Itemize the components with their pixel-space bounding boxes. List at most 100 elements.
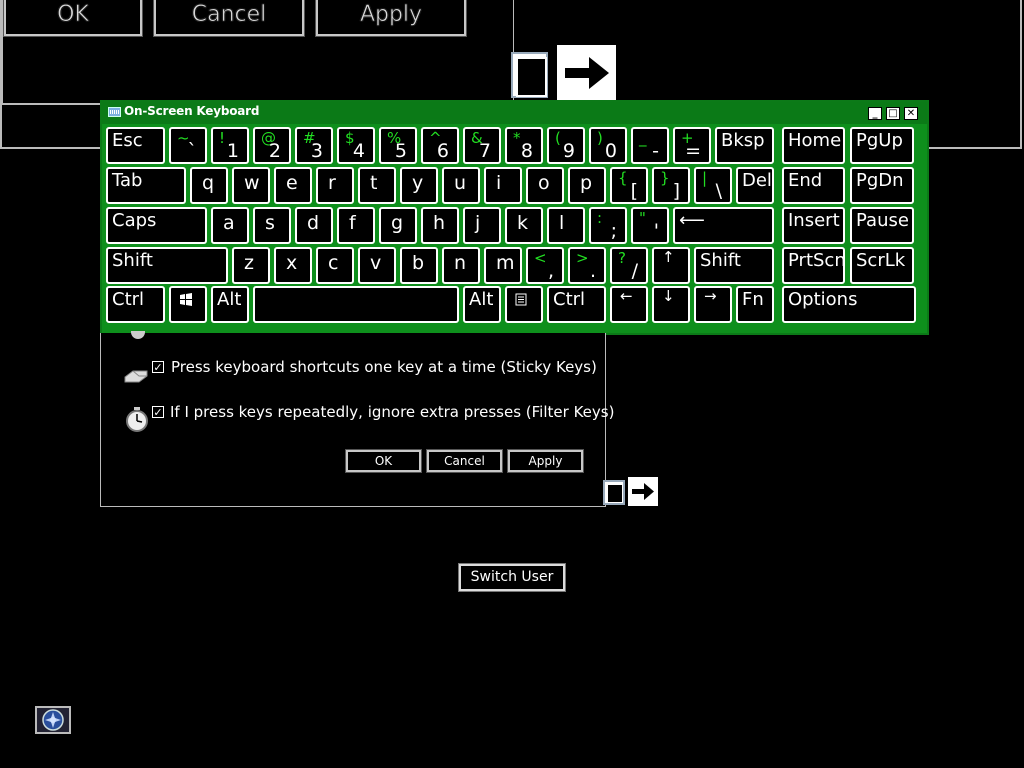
sticky-keys-checkbox[interactable]: ✓ [152, 361, 164, 373]
key-x[interactable]: x [274, 247, 312, 284]
key-scrlk[interactable]: ScrLk [850, 247, 914, 284]
password-field-edge[interactable] [511, 52, 548, 98]
key-p[interactable]: p [568, 167, 606, 204]
key-1[interactable]: ! 1 [211, 127, 249, 164]
key-n[interactable]: n [442, 247, 480, 284]
menu-key-key[interactable] [505, 286, 543, 323]
key-options[interactable]: Options [782, 286, 916, 323]
key-bksp[interactable]: Bksp [715, 127, 774, 164]
background-cancel-button[interactable]: Cancel [153, 0, 305, 37]
key-g[interactable]: g [379, 207, 417, 244]
key-symbol[interactable]: ? / [610, 247, 648, 284]
key-main-char: [ [630, 180, 638, 202]
ease-of-access-icon [42, 709, 64, 731]
key-symbol[interactable]: _ - [631, 127, 669, 164]
close-button[interactable]: ✕ [904, 107, 918, 120]
key-caps[interactable]: Caps [106, 207, 207, 244]
key-4[interactable]: $4 [337, 127, 375, 164]
maximize-button[interactable]: □ [886, 107, 900, 120]
key-5[interactable]: % 5 [379, 127, 417, 164]
key-prtscn[interactable]: PrtScn [782, 247, 845, 284]
key-a[interactable]: a [211, 207, 249, 244]
key-home[interactable]: Home [782, 127, 845, 164]
key-t[interactable]: t [358, 167, 396, 204]
key-i[interactable]: i [484, 167, 522, 204]
key-symbol[interactable]: | \ [694, 167, 732, 204]
key-main-char: ` [187, 140, 198, 162]
key-3[interactable]: #3 [295, 127, 333, 164]
key-shift-char: ! [219, 129, 226, 147]
key-symbol[interactable]: " ' [631, 207, 669, 244]
key-b[interactable]: b [400, 247, 438, 284]
background-dialog-lower [2, 104, 102, 148]
key-pgup[interactable]: PgUp [850, 127, 914, 164]
key-2[interactable]: @2 [253, 127, 291, 164]
key-left-arrow[interactable]: ← [610, 286, 648, 323]
key-l[interactable]: l [547, 207, 585, 244]
key-u[interactable]: u [442, 167, 480, 204]
submit-arrow-button[interactable] [628, 477, 658, 506]
key-w[interactable]: w [232, 167, 270, 204]
key-ctrl[interactable]: Ctrl [547, 286, 606, 323]
key-pgdn[interactable]: PgDn [850, 167, 914, 204]
key-enter[interactable]: ⟵ [673, 207, 774, 244]
key-8[interactable]: * 8 [505, 127, 543, 164]
key-m[interactable]: m [484, 247, 522, 284]
cancel-button[interactable]: Cancel [426, 449, 503, 473]
minimize-button[interactable]: _ [868, 107, 882, 120]
key-k[interactable]: k [505, 207, 543, 244]
key-end[interactable]: End [782, 167, 845, 204]
key-alt[interactable]: Alt [211, 286, 249, 323]
osk-title-bar[interactable]: On-Screen Keyboard _ □ ✕ [102, 102, 927, 124]
ok-button[interactable]: OK [345, 449, 422, 473]
key-7[interactable]: & 7 [463, 127, 501, 164]
key-j[interactable]: j [463, 207, 501, 244]
ease-of-access-button[interactable] [35, 706, 71, 734]
key-down-arrow[interactable]: ↓ [652, 286, 690, 323]
key-symbol[interactable]: <, [526, 247, 564, 284]
key-r[interactable]: r [316, 167, 354, 204]
key-c[interactable]: c [316, 247, 354, 284]
key-y[interactable]: y [400, 167, 438, 204]
key-up-arrow[interactable]: ↑ [652, 247, 690, 284]
key-d[interactable]: d [295, 207, 333, 244]
switch-user-button[interactable]: Switch User [458, 563, 566, 592]
key-f[interactable]: f [337, 207, 375, 244]
password-field-edge-small[interactable] [603, 480, 625, 505]
background-apply-button[interactable]: Apply [315, 0, 467, 37]
filter-keys-checkbox[interactable]: ✓ [152, 406, 164, 418]
key-s[interactable]: s [253, 207, 291, 244]
key-symbol[interactable]: {[ [610, 167, 648, 204]
key-pause[interactable]: Pause [850, 207, 914, 244]
key-symbol[interactable]: + = [673, 127, 711, 164]
key-e[interactable]: e [274, 167, 312, 204]
key-o[interactable]: o [526, 167, 564, 204]
key-tab[interactable]: Tab [106, 167, 186, 204]
key-space[interactable] [253, 286, 459, 323]
key-6[interactable]: ^ 6 [421, 127, 459, 164]
key-0[interactable]: ) 0 [589, 127, 627, 164]
apply-button[interactable]: Apply [507, 449, 584, 473]
key-fn[interactable]: Fn [736, 286, 774, 323]
key-h[interactable]: h [421, 207, 459, 244]
key-right-arrow[interactable]: → [694, 286, 732, 323]
key-symbol[interactable]: :; [589, 207, 627, 244]
key-del[interactable]: Del [736, 167, 774, 204]
key-insert[interactable]: Insert [782, 207, 845, 244]
key-alt[interactable]: Alt [463, 286, 501, 323]
background-ok-button[interactable]: OK [3, 0, 143, 37]
key-ctrl[interactable]: Ctrl [106, 286, 165, 323]
key-symbol[interactable]: >. [568, 247, 606, 284]
windows-logo-key[interactable] [169, 286, 207, 323]
key-9[interactable]: (9 [547, 127, 585, 164]
key-label: ↓ [662, 287, 675, 305]
key-q[interactable]: q [190, 167, 228, 204]
key-esc[interactable]: Esc [106, 127, 165, 164]
key-symbol[interactable]: ~ ` [169, 127, 207, 164]
key-v[interactable]: v [358, 247, 396, 284]
key-shift[interactable]: Shift [106, 247, 228, 284]
key-z[interactable]: z [232, 247, 270, 284]
submit-arrow-button-large[interactable] [557, 45, 616, 100]
key-shift[interactable]: Shift [694, 247, 774, 284]
key-symbol[interactable]: }] [652, 167, 690, 204]
